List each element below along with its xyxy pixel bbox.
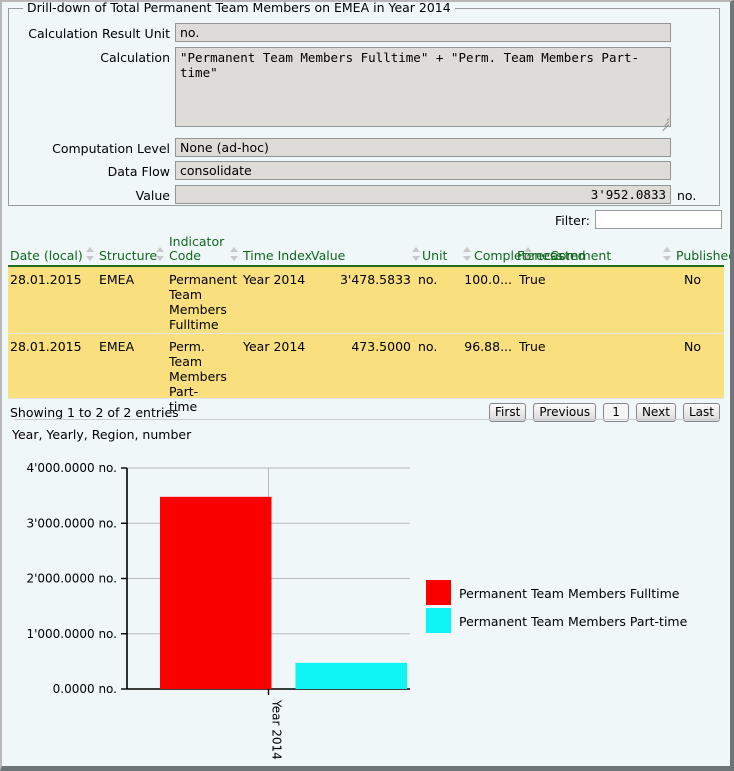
filter-label: Filter: — [555, 213, 590, 228]
y-axis-tick-label: 3'000.0000 no. — [26, 516, 117, 530]
legend-label-parttime: Permanent Team Members Part-time — [459, 614, 688, 629]
table-row[interactable]: 28.01.2015 EMEA Permanent Team Members F… — [8, 267, 724, 334]
y-axis-tick-label: 0.0000 no. — [53, 682, 117, 696]
x-axis-tick-label: Year 2014 — [270, 699, 284, 760]
legend-label-fulltime: Permanent Team Members Fulltime — [459, 586, 680, 601]
y-axis-tick-label: 4'000.0000 no. — [26, 461, 117, 475]
drilldown-table: Date (local) Structure Indicator Code Ti… — [8, 233, 730, 426]
y-axis-tick-label: 1'000.0000 no. — [26, 627, 117, 641]
column-header-published[interactable]: Published — [676, 249, 730, 263]
cell-value: 473.5000 — [351, 339, 411, 354]
computation-level-field[interactable] — [175, 138, 671, 157]
value-unit-text: no. — [677, 188, 697, 203]
calculation-field[interactable] — [175, 47, 671, 127]
cell-completeness: 96.88... — [464, 339, 512, 354]
calculation-result-unit-label: Calculation Result Unit — [28, 26, 170, 41]
cell-value: 3'478.5833 — [339, 272, 411, 287]
calculation-result-unit-field[interactable] — [175, 23, 671, 42]
sort-icon-value[interactable] — [412, 247, 421, 261]
table-row[interactable]: 28.01.2015 EMEA Perm. Team Members Part-… — [8, 334, 724, 414]
cell-indicator-code: Permanent Team Members Fulltime — [169, 272, 237, 332]
sort-icon-published[interactable] — [663, 247, 672, 261]
cell-date: 28.01.2015 — [10, 272, 82, 287]
column-header-value[interactable]: Value — [311, 249, 345, 263]
value-field[interactable] — [175, 185, 671, 204]
legend-swatch-fulltime — [426, 580, 451, 605]
cell-structure: EMEA — [99, 339, 135, 354]
table-header-row: Date (local) Structure Indicator Code Ti… — [8, 233, 730, 267]
data-flow-field[interactable] — [175, 161, 671, 180]
column-header-indicator-code[interactable]: Indicator Code — [169, 235, 224, 263]
chart-bar — [160, 496, 272, 689]
chart-divider — [14, 419, 720, 420]
sort-icon-indicator-code[interactable] — [230, 247, 239, 261]
cell-unit: no. — [418, 339, 438, 354]
cell-published: No — [684, 272, 701, 287]
bar-chart: 0.0000 no. 1'000.0000 no. 2'000.0000 no. 3'… — [26, 461, 410, 760]
sort-icon-unit[interactable] — [463, 247, 472, 261]
drilldown-window: Drill-down of Total Permanent Team Membe… — [0, 0, 734, 771]
cell-time-index: Year 2014 — [243, 339, 306, 354]
column-header-unit[interactable]: Unit — [422, 249, 447, 263]
legend-swatch-parttime — [426, 608, 451, 633]
column-header-date[interactable]: Date (local) — [10, 249, 83, 263]
column-header-comment[interactable]: Comment — [550, 249, 611, 263]
cell-published: No — [684, 339, 701, 354]
chart-title: Year, Yearly, Region, number — [12, 427, 192, 442]
cell-date: 28.01.2015 — [10, 339, 82, 354]
y-axis-tick-label: 2'000.0000 no. — [26, 572, 117, 586]
column-header-time-index[interactable]: Time Index — [243, 249, 312, 263]
chart-bar — [295, 662, 407, 689]
window-content: Drill-down of Total Permanent Team Membe… — [2, 2, 730, 766]
sort-icon-structure[interactable] — [156, 247, 165, 261]
cell-forecasted: True — [519, 339, 546, 354]
fieldset-legend: Drill-down of Total Permanent Team Membe… — [23, 2, 455, 15]
cell-time-index: Year 2014 — [243, 272, 306, 287]
calculation-textarea-wrap — [175, 47, 671, 132]
value-label: Value — [135, 188, 170, 203]
cell-forecasted: True — [519, 272, 546, 287]
data-flow-label: Data Flow — [107, 164, 170, 179]
table-footer: Showing 1 to 2 of 2 entries First Previo… — [8, 401, 724, 426]
cell-structure: EMEA — [99, 272, 135, 287]
calculation-label: Calculation — [100, 50, 170, 65]
cell-unit: no. — [418, 272, 438, 287]
cell-completeness: 100.0... — [464, 272, 512, 287]
column-header-structure[interactable]: Structure — [99, 249, 157, 263]
computation-level-label: Computation Level — [52, 141, 170, 156]
entries-count-label: Showing 1 to 2 of 2 entries — [10, 405, 179, 420]
search-input[interactable] — [595, 210, 722, 229]
sort-icon-date[interactable] — [86, 247, 95, 261]
